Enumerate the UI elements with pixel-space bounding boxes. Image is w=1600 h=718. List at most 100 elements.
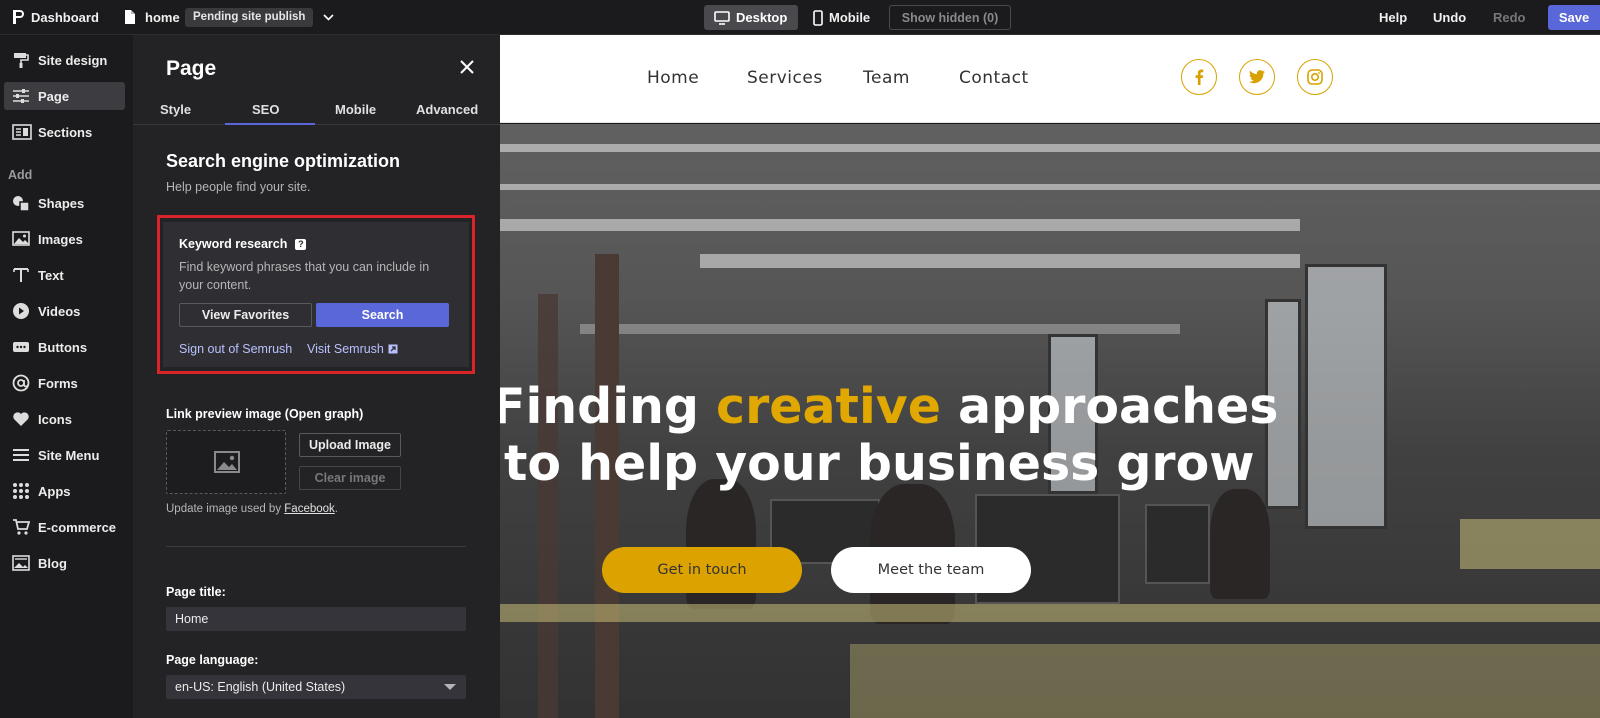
instagram-icon[interactable] <box>1297 59 1333 95</box>
nav-contact[interactable]: Contact <box>959 68 1029 88</box>
rail-label: Videos <box>38 303 81 319</box>
ceiling-beam <box>580 324 1180 334</box>
nav-services[interactable]: Services <box>747 68 823 88</box>
nav-team[interactable]: Team <box>863 68 910 88</box>
close-icon[interactable] <box>459 59 475 75</box>
hero-section: Finding creative approaches to help your… <box>500 124 1600 718</box>
nav-home[interactable]: Home <box>647 68 699 88</box>
panel-tabs: Style SEO Mobile Advanced <box>133 99 500 125</box>
view-favorites-button[interactable]: View Favorites <box>179 303 312 327</box>
rail-item-videos[interactable]: Videos <box>4 297 125 325</box>
panel-title: Page <box>166 57 217 80</box>
help-question-icon[interactable]: ? <box>295 238 307 250</box>
hero-text: approaches <box>940 378 1279 435</box>
rail-item-site-design[interactable]: Site design <box>4 46 125 74</box>
active-tab-indicator <box>225 123 315 125</box>
upload-image-button[interactable]: Upload Image <box>299 433 401 457</box>
redo-button[interactable]: Redo <box>1493 0 1526 35</box>
rail-item-site-menu[interactable]: Site Menu <box>4 441 125 469</box>
rail-item-text[interactable]: Text <box>4 261 125 289</box>
window <box>1305 264 1387 529</box>
publish-status-badge: Pending site publish <box>185 8 314 27</box>
page-name[interactable]: home <box>145 0 180 35</box>
hero-text: Finding <box>500 378 717 435</box>
page-settings-panel: Page Style SEO Mobile Advanced Search en… <box>133 35 500 718</box>
rail-item-icons[interactable]: Icons <box>4 405 125 433</box>
undo-button[interactable]: Undo <box>1433 0 1466 35</box>
page-language-label: Page language: <box>166 653 259 667</box>
rail-item-buttons[interactable]: Buttons <box>4 333 125 361</box>
desk-shelf <box>1460 519 1600 569</box>
text-icon <box>13 268 29 282</box>
update-note-suffix: . <box>334 503 338 515</box>
left-rail: Site design Page Sections Add Shapes Ima… <box>0 35 133 718</box>
mobile-icon <box>813 9 823 26</box>
rail-item-sections[interactable]: Sections <box>4 118 125 146</box>
tab-advanced[interactable]: Advanced <box>416 102 478 117</box>
desktop-label: Desktop <box>736 10 788 25</box>
tab-seo[interactable]: SEO <box>252 102 279 117</box>
meet-the-team-button[interactable]: Meet the team <box>831 547 1031 593</box>
top-bar: Dashboard home Pending site publish Desk… <box>0 0 1600 35</box>
search-button[interactable]: Search <box>316 303 449 327</box>
rail-item-page[interactable]: Page <box>4 82 125 110</box>
preview-image-placeholder[interactable] <box>166 430 286 494</box>
rail-label: Images <box>38 231 83 247</box>
rail-item-shapes[interactable]: Shapes <box>4 189 125 217</box>
section-divider <box>166 546 466 547</box>
clear-image-button[interactable]: Clear image <box>299 466 401 490</box>
rail-label: Sections <box>38 124 93 140</box>
image-placeholder-icon <box>214 451 240 473</box>
page-title-input[interactable]: Home <box>166 607 466 631</box>
twitter-icon[interactable] <box>1239 59 1275 95</box>
tab-mobile[interactable]: Mobile <box>335 102 376 117</box>
site-nav-bar: Home Services Team Contact <box>500 35 1600 123</box>
seo-subtitle: Help people find your site. <box>166 180 311 194</box>
rail-item-forms[interactable]: Forms <box>4 369 125 397</box>
rail-label: Forms <box>38 375 78 391</box>
hero-highlight: creative <box>716 378 941 435</box>
sections-icon <box>12 124 32 140</box>
rail-label: Shapes <box>38 195 85 211</box>
sign-out-semrush-link[interactable]: Sign out of Semrush <box>179 342 292 356</box>
shapes-icon <box>13 196 30 212</box>
seo-heading: Search engine optimization <box>166 151 401 171</box>
add-heading: Add <box>8 168 33 182</box>
page-language-select[interactable]: en-US: English (United States) <box>166 675 466 699</box>
facebook-link[interactable]: Facebook <box>284 503 335 515</box>
paint-roller-icon <box>14 53 29 68</box>
ceiling-beam <box>500 184 1600 190</box>
logo-icon[interactable] <box>12 9 24 25</box>
rail-item-images[interactable]: Images <box>4 225 125 253</box>
pillar <box>538 294 558 718</box>
visit-semrush-link[interactable]: Visit Semrush <box>307 342 398 356</box>
link-preview-label: Link preview image (Open graph) <box>166 407 364 421</box>
rail-label: Site Menu <box>38 447 100 463</box>
dashboard-link[interactable]: Dashboard <box>31 0 99 35</box>
select-caret-icon <box>444 684 456 690</box>
get-in-touch-button[interactable]: Get in touch <box>602 547 802 593</box>
sliders-icon <box>13 89 29 103</box>
save-button[interactable]: Save <box>1548 5 1600 30</box>
grid-icon <box>13 483 29 499</box>
rail-item-ecommerce[interactable]: E-commerce <box>4 513 125 541</box>
visit-semrush-label: Visit Semrush <box>307 342 384 356</box>
ceiling-beam <box>500 219 1300 231</box>
update-image-note: Update image used by Facebook. <box>166 503 338 515</box>
rail-item-apps[interactable]: Apps <box>4 477 125 505</box>
ceiling-beam <box>500 144 1600 152</box>
show-hidden-button[interactable]: Show hidden (0) <box>889 5 1011 30</box>
rail-label: Text <box>38 267 64 283</box>
chevron-down-icon[interactable] <box>322 11 335 24</box>
rail-label: Buttons <box>38 339 88 355</box>
help-button[interactable]: Help <box>1379 0 1407 35</box>
rail-label: Site design <box>38 52 108 68</box>
tab-style[interactable]: Style <box>160 102 191 117</box>
monitor <box>1145 504 1210 584</box>
keyword-research-title: Keyword research ? <box>179 237 307 251</box>
page-language-value: en-US: English (United States) <box>175 680 346 694</box>
desktop-view-button[interactable]: Desktop <box>704 5 798 30</box>
facebook-icon[interactable] <box>1181 59 1217 95</box>
rail-item-blog[interactable]: Blog <box>4 549 125 577</box>
mobile-view-button[interactable]: Mobile <box>805 5 883 30</box>
